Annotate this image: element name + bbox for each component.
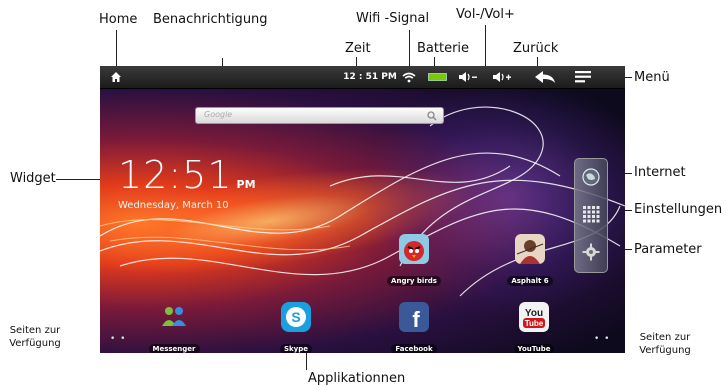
angry-birds-icon <box>399 234 429 264</box>
callout-home: Home <box>99 12 138 27</box>
home-button[interactable] <box>108 66 124 88</box>
app-label: YouTube <box>513 344 555 353</box>
app-label: Messenger <box>148 344 200 353</box>
clock-widget[interactable]: 12:51 PM Wednesday, March 10 <box>118 156 256 211</box>
asphalt-icon <box>515 234 545 264</box>
globe-icon <box>582 168 600 186</box>
messenger-icon <box>162 307 186 326</box>
callout-seiten-left: Seiten zur Verfügung <box>4 324 66 350</box>
internet-button[interactable] <box>575 167 607 187</box>
notification-area[interactable] <box>130 66 330 88</box>
status-bar: 12 : 51 PM <box>100 66 625 89</box>
youtube-icon: You Tube <box>519 302 549 332</box>
app-facebook[interactable]: f Facebook <box>384 302 444 353</box>
app-messenger[interactable]: Messenger <box>144 302 204 353</box>
wifi-icon <box>402 72 416 82</box>
facebook-icon: f <box>399 302 429 332</box>
callout-internet: Internet <box>634 165 686 180</box>
callout-wifi-signal: Wifi -Signal <box>356 11 430 26</box>
settings-button[interactable] <box>575 243 607 261</box>
callout-parameter: Parameter <box>634 242 702 257</box>
callout-seiten-right-line2: Verfügung <box>639 345 691 356</box>
wifi-indicator <box>400 66 418 88</box>
battery-indicator <box>426 66 450 88</box>
leader-vol <box>485 25 486 69</box>
app-skype[interactable]: S Skype <box>266 302 326 353</box>
callout-seiten-right: Seiten zur Verfügung <box>632 331 698 357</box>
grid-icon <box>583 206 600 223</box>
page-dots-right[interactable]: • • <box>594 334 610 344</box>
app-label: Facebook <box>391 344 437 353</box>
callout-zeit: Zeit <box>345 41 371 56</box>
callout-seiten-right-line1: Seiten zur <box>639 332 691 343</box>
callout-benachrichtigung: Benachrichtigung <box>153 12 268 27</box>
back-arrow-icon <box>535 71 555 83</box>
apps-grid-button[interactable] <box>575 205 607 223</box>
callout-batterie: Batterie <box>417 41 470 56</box>
callout-menue: Menü <box>634 70 670 85</box>
gear-icon <box>582 243 600 261</box>
menu-button[interactable] <box>572 66 594 88</box>
back-button[interactable] <box>532 66 558 88</box>
menu-icon <box>575 71 591 83</box>
svg-text:S: S <box>291 309 300 325</box>
svg-text:f: f <box>412 307 420 332</box>
volume-down-button[interactable] <box>456 66 480 88</box>
callout-widget: Widget <box>10 171 56 186</box>
svg-text:Tube: Tube <box>525 319 544 328</box>
svg-text:You: You <box>525 308 543 319</box>
tablet-screen: 12 : 51 PM Google 12:51 PM Wednesday, Ma… <box>100 66 625 353</box>
clock-time: 12:51 <box>118 153 233 197</box>
status-time: 12 : 51 PM <box>343 72 397 82</box>
clock-ampm: PM <box>236 178 256 191</box>
home-icon <box>111 72 121 82</box>
leader-wifi <box>409 30 410 68</box>
clock-date: Wednesday, March 10 <box>118 200 229 211</box>
callout-seiten-left-line2: Verfügung <box>9 338 61 349</box>
skype-icon: S <box>281 302 311 332</box>
status-clock: 12 : 51 PM <box>342 66 398 88</box>
volume-up-button[interactable] <box>490 66 514 88</box>
callout-applikationen: Applikationnen <box>308 371 406 386</box>
app-label: Asphalt 6 <box>507 276 553 286</box>
volume-up-icon <box>493 72 511 82</box>
app-label: Skype <box>279 344 313 353</box>
callout-zurueck: Zurück <box>513 41 559 56</box>
app-asphalt[interactable]: Asphalt 6 <box>500 234 560 287</box>
volume-down-icon <box>459 72 477 82</box>
callout-seiten-left-line1: Seiten zur <box>9 325 61 336</box>
battery-icon <box>428 73 447 81</box>
callout-vol: Vol-/Vol+ <box>456 7 515 22</box>
side-shortcut-panel <box>574 158 608 273</box>
app-youtube[interactable]: You Tube YouTube <box>504 302 564 353</box>
app-label: Angry birds <box>387 276 441 286</box>
page-dots-left[interactable]: • • <box>110 334 126 344</box>
callout-einstellungen: Einstellungen <box>634 202 723 217</box>
search-placeholder: Google <box>204 110 233 119</box>
app-angry-birds[interactable]: Angry birds <box>384 234 444 287</box>
google-search-bar[interactable]: Google <box>195 107 444 124</box>
search-icon[interactable] <box>427 111 437 121</box>
leader-home <box>116 30 117 66</box>
